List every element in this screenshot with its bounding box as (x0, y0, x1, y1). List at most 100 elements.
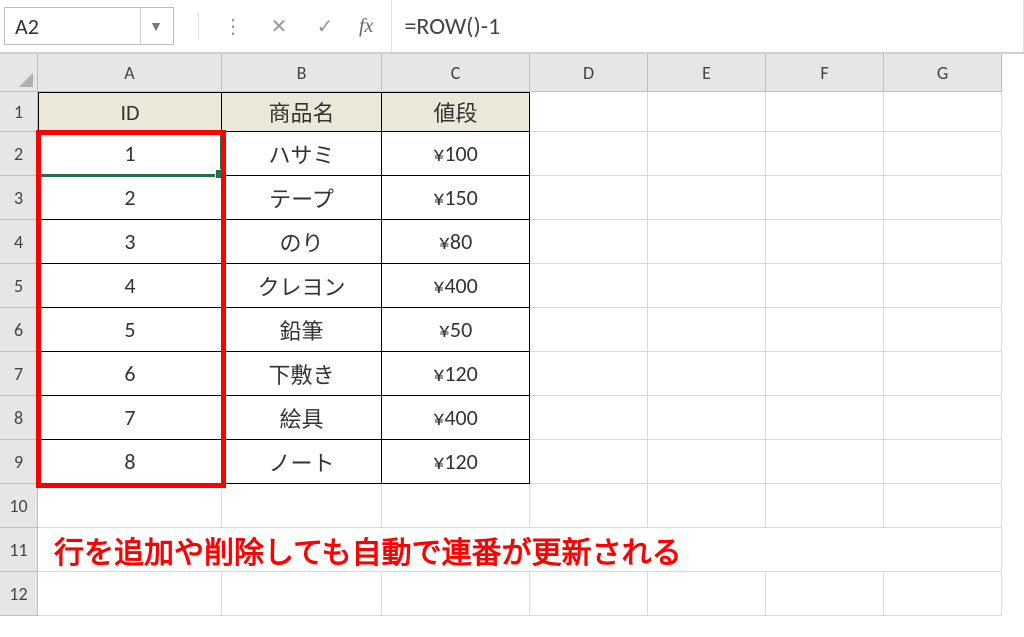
cell[interactable]: ¥120 (382, 352, 530, 396)
cell[interactable] (530, 484, 648, 528)
cell[interactable] (766, 132, 884, 176)
cell[interactable]: ノート (222, 440, 382, 484)
cell[interactable] (530, 352, 648, 396)
col-head-A[interactable]: A (38, 54, 222, 92)
row-head[interactable]: 3 (0, 176, 38, 220)
cell[interactable] (648, 572, 766, 616)
cell[interactable]: 6 (38, 352, 222, 396)
confirm-icon[interactable]: ✓ (313, 14, 337, 39)
row-head[interactable]: 10 (0, 484, 38, 528)
cell[interactable]: のり (222, 220, 382, 264)
cell[interactable]: 5 (38, 308, 222, 352)
col-head-D[interactable]: D (530, 54, 648, 92)
cell[interactable] (766, 264, 884, 308)
row-head[interactable]: 11 (0, 528, 38, 572)
cell-A2-active[interactable]: 1 (38, 132, 222, 176)
cell[interactable] (884, 484, 1002, 528)
cell[interactable] (766, 92, 884, 132)
cell[interactable]: ¥100 (382, 132, 530, 176)
cell[interactable] (530, 440, 648, 484)
cell[interactable]: ハサミ (222, 132, 382, 176)
table-header-price[interactable]: 値段 (382, 92, 530, 132)
cell[interactable] (884, 92, 1002, 132)
row-head[interactable]: 9 (0, 440, 38, 484)
cell[interactable]: 下敷き (222, 352, 382, 396)
cell[interactable] (766, 176, 884, 220)
row-head[interactable]: 7 (0, 352, 38, 396)
cell[interactable]: クレヨン (222, 264, 382, 308)
cell[interactable] (884, 220, 1002, 264)
cell[interactable] (648, 92, 766, 132)
cell[interactable]: 7 (38, 396, 222, 440)
cell[interactable] (648, 220, 766, 264)
cell[interactable]: テープ (222, 176, 382, 220)
cell[interactable] (530, 264, 648, 308)
cancel-icon[interactable]: ✕ (267, 14, 291, 39)
cell[interactable] (648, 440, 766, 484)
col-head-E[interactable]: E (648, 54, 766, 92)
cell[interactable]: 絵具 (222, 396, 382, 440)
cell[interactable] (766, 352, 884, 396)
cell[interactable]: 3 (38, 220, 222, 264)
cell[interactable]: 鉛筆 (222, 308, 382, 352)
cell[interactable]: ¥80 (382, 220, 530, 264)
cell[interactable] (648, 308, 766, 352)
cell[interactable] (766, 440, 884, 484)
col-head-G[interactable]: G (884, 54, 1002, 92)
cell[interactable] (648, 132, 766, 176)
col-head-B[interactable]: B (222, 54, 382, 92)
cell[interactable] (884, 440, 1002, 484)
cell[interactable] (766, 396, 884, 440)
cell[interactable] (530, 396, 648, 440)
cell[interactable] (766, 484, 884, 528)
name-box-dropdown-icon[interactable]: ▼ (140, 8, 163, 44)
table-header-name[interactable]: 商品名 (222, 92, 382, 132)
row-head[interactable]: 8 (0, 396, 38, 440)
formula-input[interactable]: =ROW()-1 (391, 0, 1024, 52)
row-head[interactable]: 1 (0, 92, 38, 132)
cell[interactable] (530, 572, 648, 616)
cell[interactable] (648, 352, 766, 396)
cell[interactable]: 2 (38, 176, 222, 220)
cell[interactable] (884, 176, 1002, 220)
cell[interactable] (766, 220, 884, 264)
col-head-F[interactable]: F (766, 54, 884, 92)
name-box[interactable]: A2 ▼ (4, 7, 174, 45)
row-head[interactable]: 2 (0, 132, 38, 176)
cell[interactable] (222, 572, 382, 616)
row-head[interactable]: 12 (0, 572, 38, 616)
row-head[interactable]: 5 (0, 264, 38, 308)
row-head[interactable]: 6 (0, 308, 38, 352)
annotation-cell[interactable]: 行を追加や削除しても自動で連番が更新される (38, 528, 1002, 572)
cell[interactable] (530, 308, 648, 352)
col-head-C[interactable]: C (382, 54, 530, 92)
cell[interactable] (648, 264, 766, 308)
cell[interactable] (884, 132, 1002, 176)
row-head[interactable]: 4 (0, 220, 38, 264)
cell[interactable] (222, 484, 382, 528)
select-all-corner[interactable] (0, 54, 38, 92)
cell[interactable] (766, 572, 884, 616)
cell[interactable] (38, 484, 222, 528)
cell[interactable] (530, 132, 648, 176)
cell[interactable]: ¥150 (382, 176, 530, 220)
cell[interactable] (884, 264, 1002, 308)
cell[interactable] (382, 572, 530, 616)
cell[interactable] (884, 308, 1002, 352)
cell[interactable] (766, 308, 884, 352)
cell[interactable] (530, 176, 648, 220)
cell[interactable]: ¥50 (382, 308, 530, 352)
cell[interactable]: 8 (38, 440, 222, 484)
cell[interactable] (530, 220, 648, 264)
cell[interactable] (884, 396, 1002, 440)
cell[interactable] (884, 352, 1002, 396)
cell[interactable] (38, 572, 222, 616)
cell[interactable] (382, 484, 530, 528)
fx-icon[interactable]: fx (359, 15, 373, 38)
cell[interactable]: ¥120 (382, 440, 530, 484)
cell[interactable] (648, 484, 766, 528)
cell[interactable] (648, 176, 766, 220)
table-header-id[interactable]: ID (38, 92, 222, 132)
cell[interactable]: 4 (38, 264, 222, 308)
cell[interactable] (648, 396, 766, 440)
